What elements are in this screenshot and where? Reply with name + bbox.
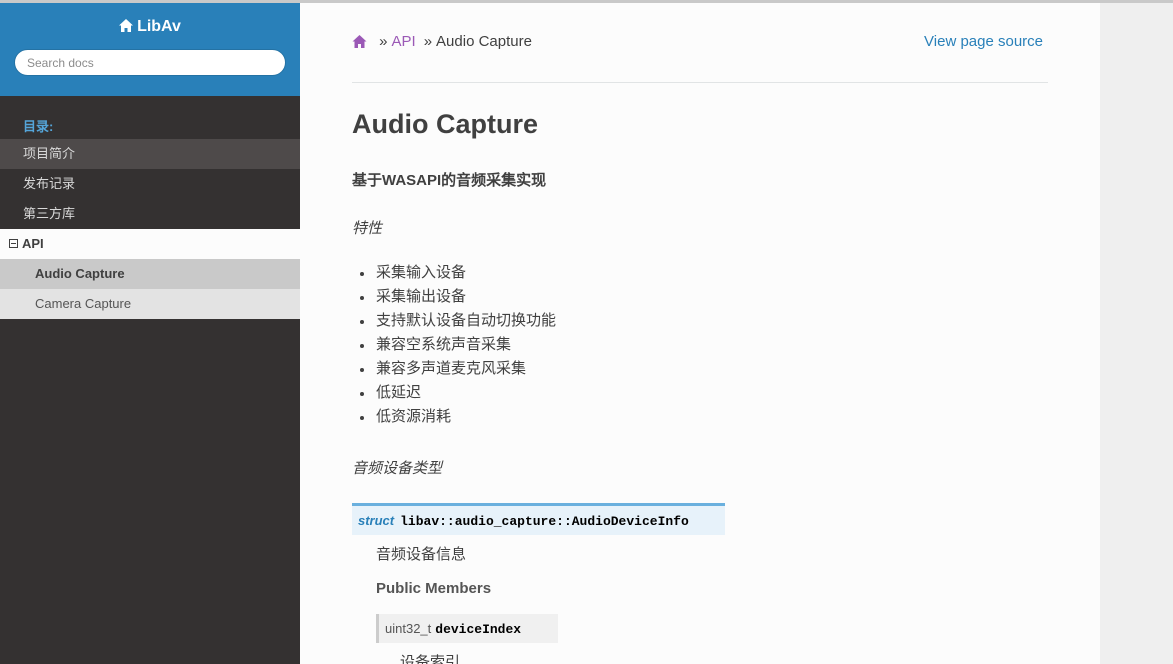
- list-item: 兼容空系统声音采集: [352, 333, 556, 357]
- struct-name: libav::audio_capture::AudioDeviceInfo: [400, 514, 689, 529]
- page-title: Audio Capture: [352, 109, 538, 139]
- device-types-heading: 音频设备类型: [352, 460, 443, 477]
- struct-signature: struct libav::audio_capture::AudioDeviceI…: [352, 503, 725, 535]
- sidebar-item-release-notes[interactable]: 发布记录: [0, 169, 300, 199]
- brand-label: LibAv: [137, 18, 181, 35]
- member-type: uint32_t: [385, 621, 432, 636]
- home-icon: [352, 35, 367, 52]
- member-name: deviceIndex: [435, 622, 522, 637]
- member-description: 设备索引: [400, 654, 461, 664]
- sidebar-item-camera-capture[interactable]: Camera Capture: [0, 289, 300, 319]
- breadcrumb: » API» Audio Capture: [352, 33, 532, 52]
- header-divider: [352, 82, 1048, 83]
- brand-link[interactable]: LibAv: [119, 18, 181, 37]
- sidebar-item-third-party[interactable]: 第三方库: [0, 199, 300, 229]
- sidebar-item-intro[interactable]: 项目简介: [0, 139, 300, 169]
- breadcrumb-current: Audio Capture: [436, 33, 532, 50]
- list-item: 低延迟: [352, 381, 556, 405]
- breadcrumb-api-link[interactable]: API: [392, 33, 416, 50]
- member-signature: uint32_t deviceIndex: [376, 614, 558, 643]
- breadcrumb-home-link[interactable]: [352, 33, 371, 50]
- sidebar-header: LibAv: [0, 3, 300, 96]
- home-icon: [119, 19, 134, 37]
- view-page-source-link[interactable]: View page source: [924, 33, 1043, 50]
- list-item: 采集输入设备: [352, 261, 556, 285]
- sidebar-item-api[interactable]: API: [0, 229, 300, 259]
- public-members-heading: Public Members: [376, 580, 492, 597]
- list-item: 兼容多声道麦克风采集: [352, 357, 556, 381]
- main-content: » API» Audio Capture View page source Audi…: [300, 3, 1100, 664]
- list-item: 支持默认设备自动切换功能: [352, 309, 556, 333]
- sidebar: LibAv 目录: 项目简介 发布记录 第三方库 API Audio Captu…: [0, 3, 300, 664]
- sidebar-item-api-label: API: [22, 236, 44, 251]
- sidebar-item-audio-capture[interactable]: Audio Capture: [0, 259, 300, 289]
- list-item: 低资源消耗: [352, 405, 556, 429]
- breadcrumb-separator: »: [423, 33, 433, 50]
- search-input[interactable]: [14, 49, 286, 76]
- toc-caption: 目录:: [23, 119, 54, 134]
- struct-keyword: struct: [358, 513, 395, 528]
- page-subtitle: 基于WASAPI的音频采集实现: [352, 172, 547, 189]
- features-list: 采集输入设备 采集输出设备 支持默认设备自动切换功能 兼容空系统声音采集 兼容多…: [352, 261, 556, 429]
- list-item: 采集输出设备: [352, 285, 556, 309]
- breadcrumb-separator: »: [379, 33, 388, 50]
- features-heading: 特性: [352, 220, 383, 237]
- collapse-toggle-icon[interactable]: [9, 239, 18, 248]
- struct-description: 音频设备信息: [376, 546, 467, 563]
